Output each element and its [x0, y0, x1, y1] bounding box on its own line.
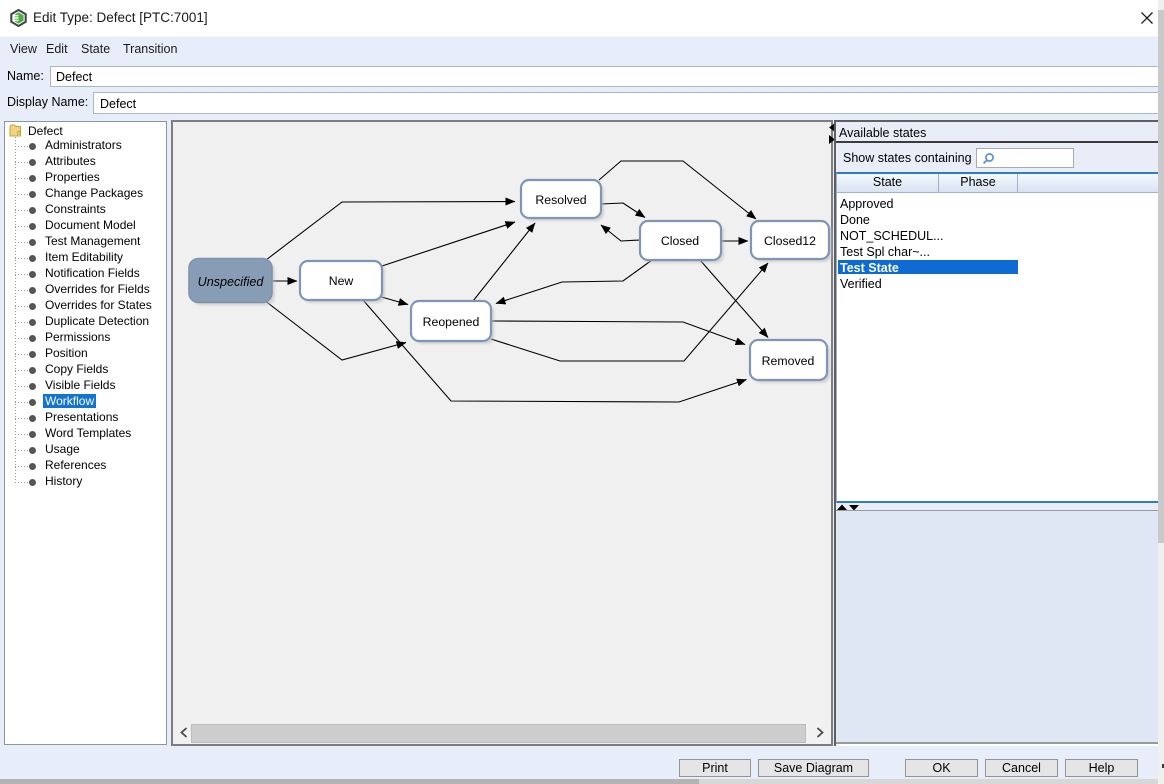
svg-text:Removed: Removed — [762, 354, 815, 368]
svg-text:New: New — [329, 274, 354, 288]
svg-text:Closed12: Closed12 — [764, 234, 816, 248]
svg-text:Unspecified: Unspecified — [198, 275, 265, 289]
svg-text:Reopened: Reopened — [423, 315, 480, 329]
svg-text:Resolved: Resolved — [535, 193, 586, 207]
svg-text:Closed: Closed — [661, 234, 699, 248]
